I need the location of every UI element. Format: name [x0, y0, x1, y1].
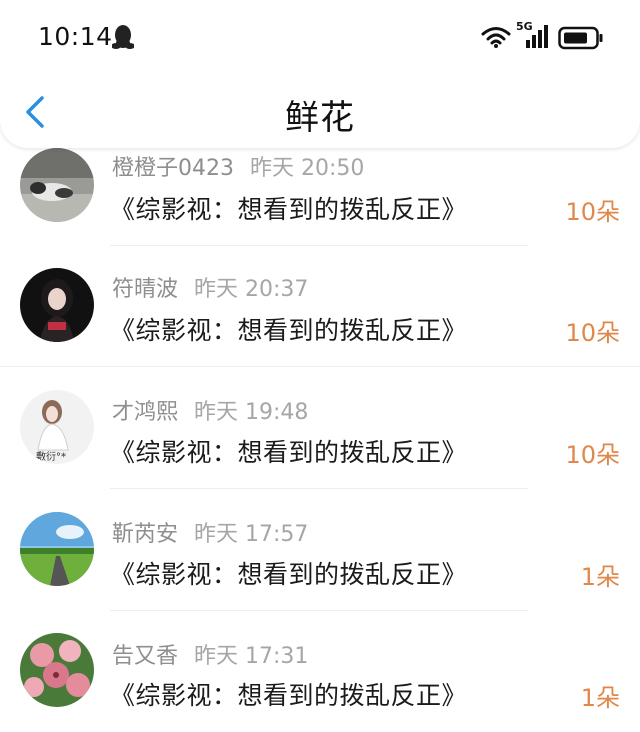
list-item[interactable]: 敷衍°* 才鸿熙 昨天 19:48 《综影视：想看到的拨乱反正》 10朵 — [0, 367, 640, 489]
user-name[interactable]: 符晴波 — [112, 277, 178, 302]
avatar[interactable] — [20, 268, 94, 342]
battery-icon — [558, 26, 603, 50]
app-screen: 10:14 5G 鲜花 橙橙子0423 昨天 20:50 《综影视：想看到的拨乱… — [0, 0, 640, 732]
book-title[interactable]: 《综影视：想看到的拨乱反正》 — [110, 555, 467, 591]
flower-count: 10朵 — [565, 198, 620, 226]
avatar[interactable] — [20, 512, 94, 586]
avatar-caption: 敷衍°* — [36, 450, 66, 463]
user-name[interactable]: 才鸿熙 — [112, 400, 178, 425]
landscape-avatar — [20, 512, 94, 586]
flower-count: 1朵 — [580, 684, 620, 712]
qq-penguin-icon — [112, 25, 134, 49]
post-time: 昨天 20:37 — [194, 277, 309, 302]
flower-count: 1朵 — [580, 563, 620, 591]
avatar[interactable]: 敷衍°* — [20, 390, 94, 464]
book-title[interactable]: 《综影视：想看到的拨乱反正》 — [110, 676, 467, 712]
post-time: 昨天 17:57 — [194, 522, 309, 547]
book-title[interactable]: 《综影视：想看到的拨乱反正》 — [110, 190, 467, 226]
status-bar: 10:14 5G — [0, 0, 640, 76]
book-title[interactable]: 《综影视：想看到的拨乱反正》 — [110, 311, 467, 347]
flower-count: 10朵 — [565, 441, 620, 469]
girl-photo-avatar — [20, 268, 94, 342]
list-item[interactable]: 告又香 昨天 17:31 《综影视：想看到的拨乱反正》 1朵 — [0, 610, 640, 731]
post-time: 昨天 19:48 — [194, 400, 309, 425]
page-title: 鲜花 — [285, 98, 355, 138]
list-item[interactable]: 靳芮安 昨天 17:57 《综影视：想看到的拨乱反正》 1朵 — [0, 489, 640, 611]
status-clock: 10:14 — [38, 22, 113, 51]
flower-photo-avatar — [20, 633, 94, 707]
post-time: 昨天 17:31 — [194, 644, 309, 669]
user-meta: 靳芮安 昨天 17:57 — [112, 516, 308, 548]
user-name[interactable]: 橙橙子0423 — [112, 156, 234, 181]
flower-count: 10朵 — [565, 319, 620, 347]
illustration-avatar: 敷衍°* — [20, 390, 94, 464]
post-time: 昨天 20:50 — [250, 156, 365, 181]
nav-bar: 鲜花 — [0, 76, 640, 148]
list-item[interactable]: 符晴波 昨天 20:37 《综影视：想看到的拨乱反正》 10朵 — [0, 245, 640, 367]
user-meta: 符晴波 昨天 20:37 — [112, 271, 308, 303]
user-meta: 橙橙子0423 昨天 20:50 — [112, 150, 364, 182]
user-name[interactable]: 靳芮安 — [112, 522, 178, 547]
header: 10:14 5G 鲜花 — [0, 0, 640, 148]
avatar[interactable] — [20, 148, 94, 222]
user-meta: 才鸿熙 昨天 19:48 — [112, 394, 308, 426]
user-name[interactable]: 告又香 — [112, 644, 178, 669]
cat-photo-avatar — [20, 148, 94, 222]
signal-5g-icon — [526, 25, 548, 48]
wifi-icon — [481, 27, 511, 48]
avatar[interactable] — [20, 633, 94, 707]
book-title[interactable]: 《综影视：想看到的拨乱反正》 — [110, 433, 467, 469]
user-meta: 告又香 昨天 17:31 — [112, 638, 308, 670]
